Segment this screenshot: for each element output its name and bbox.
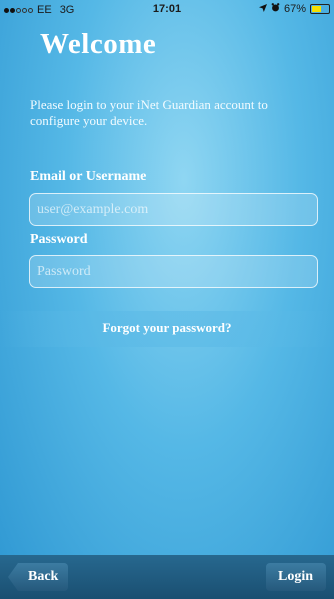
battery-icon <box>310 4 330 14</box>
forgot-password-link[interactable]: Forgot your password? <box>0 320 334 336</box>
password-field[interactable] <box>29 255 318 288</box>
intro-text: Please login to your iNet Guardian accou… <box>30 97 268 128</box>
status-right: 67% <box>258 3 330 15</box>
back-button[interactable]: Back <box>8 563 68 591</box>
battery-fill <box>312 6 322 12</box>
forgot-password-strip: Forgot your password? <box>0 311 334 347</box>
battery-percent: 67% <box>283 3 306 15</box>
location-arrow-icon <box>258 3 267 15</box>
status-bar: EE 3G 17:01 67% <box>0 0 334 20</box>
bottom-toolbar: Back Login <box>0 555 334 599</box>
password-label: Password <box>30 232 88 247</box>
login-button[interactable]: Login <box>266 563 326 591</box>
email-label: Email or Username <box>30 169 147 184</box>
email-field[interactable] <box>29 193 318 226</box>
alarm-icon <box>271 3 280 15</box>
page-title: Welcome <box>40 28 157 60</box>
